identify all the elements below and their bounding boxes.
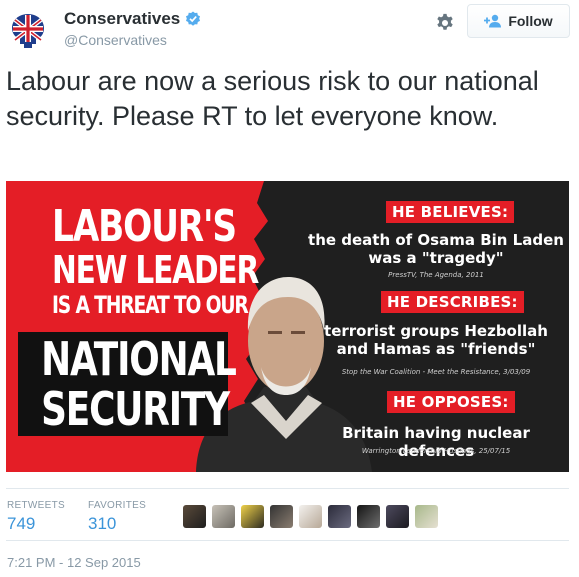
tweet-text: Labour are now a serious risk to our nat… [6, 66, 539, 131]
claim-describes-line-1: terrorist groups Hezbollah [324, 322, 548, 340]
tweet-timestamp[interactable]: 7:21 PM - 12 Sep 2015 [7, 555, 141, 570]
source-opposes: Warrington Leadership Hustings, 25/07/15 [361, 447, 511, 455]
headline-line-2: NEW LEADER [52, 248, 259, 292]
gear-icon[interactable] [434, 12, 456, 34]
label-describes: HE DESCRIBES: [381, 291, 524, 313]
author-name-row[interactable]: Conservatives [64, 9, 201, 29]
favorites-count[interactable]: 310 [88, 514, 116, 534]
label-opposes: HE OPPOSES: [387, 391, 515, 413]
favoriter-avatar[interactable] [299, 505, 322, 528]
follow-button[interactable]: Follow [467, 4, 570, 38]
source-describes: Stop the War Coalition - Meet the Resist… [341, 368, 531, 376]
verified-badge-icon [186, 11, 201, 26]
favoriter-avatar[interactable] [241, 505, 264, 528]
source-believes: PressTV, The Agenda, 2011 [388, 271, 484, 279]
label-believes: HE BELIEVES: [386, 201, 515, 223]
stats-divider-top [6, 488, 569, 489]
favoriter-avatar[interactable] [386, 505, 409, 528]
claim-describes-line-2: and Hamas as "friends" [336, 340, 536, 358]
claim-believes-line-2: was a "tragedy" [368, 249, 504, 267]
display-name[interactable]: Conservatives [64, 9, 180, 29]
headline-line-4: NATIONAL [41, 332, 237, 386]
union-jack-tree-logo[interactable] [6, 8, 50, 52]
favoriter-avatar[interactable] [415, 505, 438, 528]
favorites-label[interactable]: FAVORITES [88, 500, 146, 511]
favoriter-avatar[interactable] [270, 505, 293, 528]
favoriter-avatars [183, 505, 444, 528]
image-headline: LABOUR'S NEW LEADER IS A THREAT TO OUR [30, 201, 259, 319]
favoriter-avatar[interactable] [212, 505, 235, 528]
headline-line-5: SECURITY [41, 382, 230, 436]
follow-label: Follow [508, 13, 553, 29]
retweets-count[interactable]: 749 [7, 514, 35, 534]
stats-divider-bottom [6, 540, 569, 541]
claim-believes: the death of Osama Bin Laden was a "trag… [306, 231, 566, 267]
favoriter-avatar[interactable] [328, 505, 351, 528]
follow-user-icon [484, 14, 502, 28]
favoriter-avatar[interactable] [357, 505, 380, 528]
claim-believes-line-1: the death of Osama Bin Laden [308, 231, 564, 249]
favoriter-avatar[interactable] [183, 505, 206, 528]
retweets-label[interactable]: RETWEETS [7, 500, 65, 511]
tweet-image[interactable]: LABOUR'S NEW LEADER IS A THREAT TO OUR N… [6, 181, 569, 472]
claim-describes: terrorist groups Hezbollah and Hamas as … [306, 322, 566, 358]
headline-line-3: IS A THREAT TO OUR [52, 291, 249, 319]
handle[interactable]: @Conservatives [64, 32, 167, 48]
tweet-card: Conservatives @Conservatives Follow Labo… [0, 0, 579, 577]
headline-line-1: LABOUR'S [52, 201, 237, 252]
